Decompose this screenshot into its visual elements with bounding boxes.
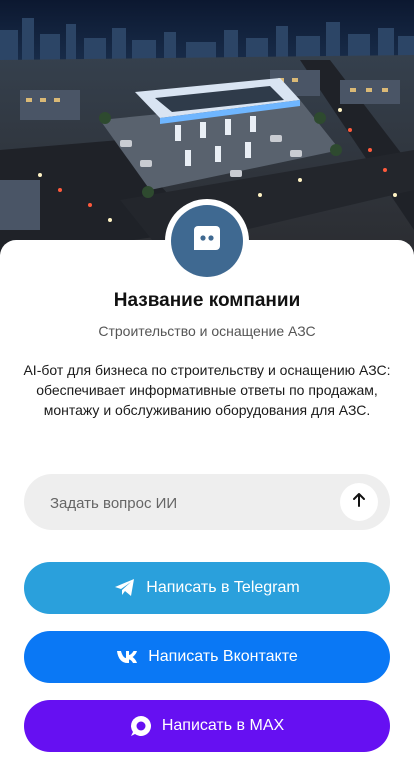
avatar-circle (171, 205, 243, 277)
ask-ai-box (24, 474, 390, 532)
company-subtitle: Строительство и оснащение АЗС (98, 323, 316, 339)
telegram-icon (114, 578, 136, 598)
telegram-button-label: Написать в Telegram (146, 579, 300, 596)
telegram-button[interactable]: Написать в Telegram (24, 562, 390, 614)
vk-button[interactable]: Написать Вконтакте (24, 631, 390, 683)
vk-button-label: Написать Вконтакте (148, 648, 298, 665)
chat-bot-icon (192, 224, 222, 259)
vk-icon (116, 650, 138, 664)
send-button[interactable] (340, 483, 378, 521)
ask-ai-input[interactable] (48, 474, 342, 532)
max-button-label: Написать в MAX (161, 717, 285, 734)
company-name: Название компании (113, 290, 301, 311)
max-button[interactable]: Написать в MAX (24, 700, 390, 752)
company-description: AI-бот для бизнеса по строительству и ос… (23, 362, 391, 418)
max-icon (130, 715, 152, 737)
arrow-up-icon (351, 492, 367, 513)
avatar (165, 199, 249, 283)
